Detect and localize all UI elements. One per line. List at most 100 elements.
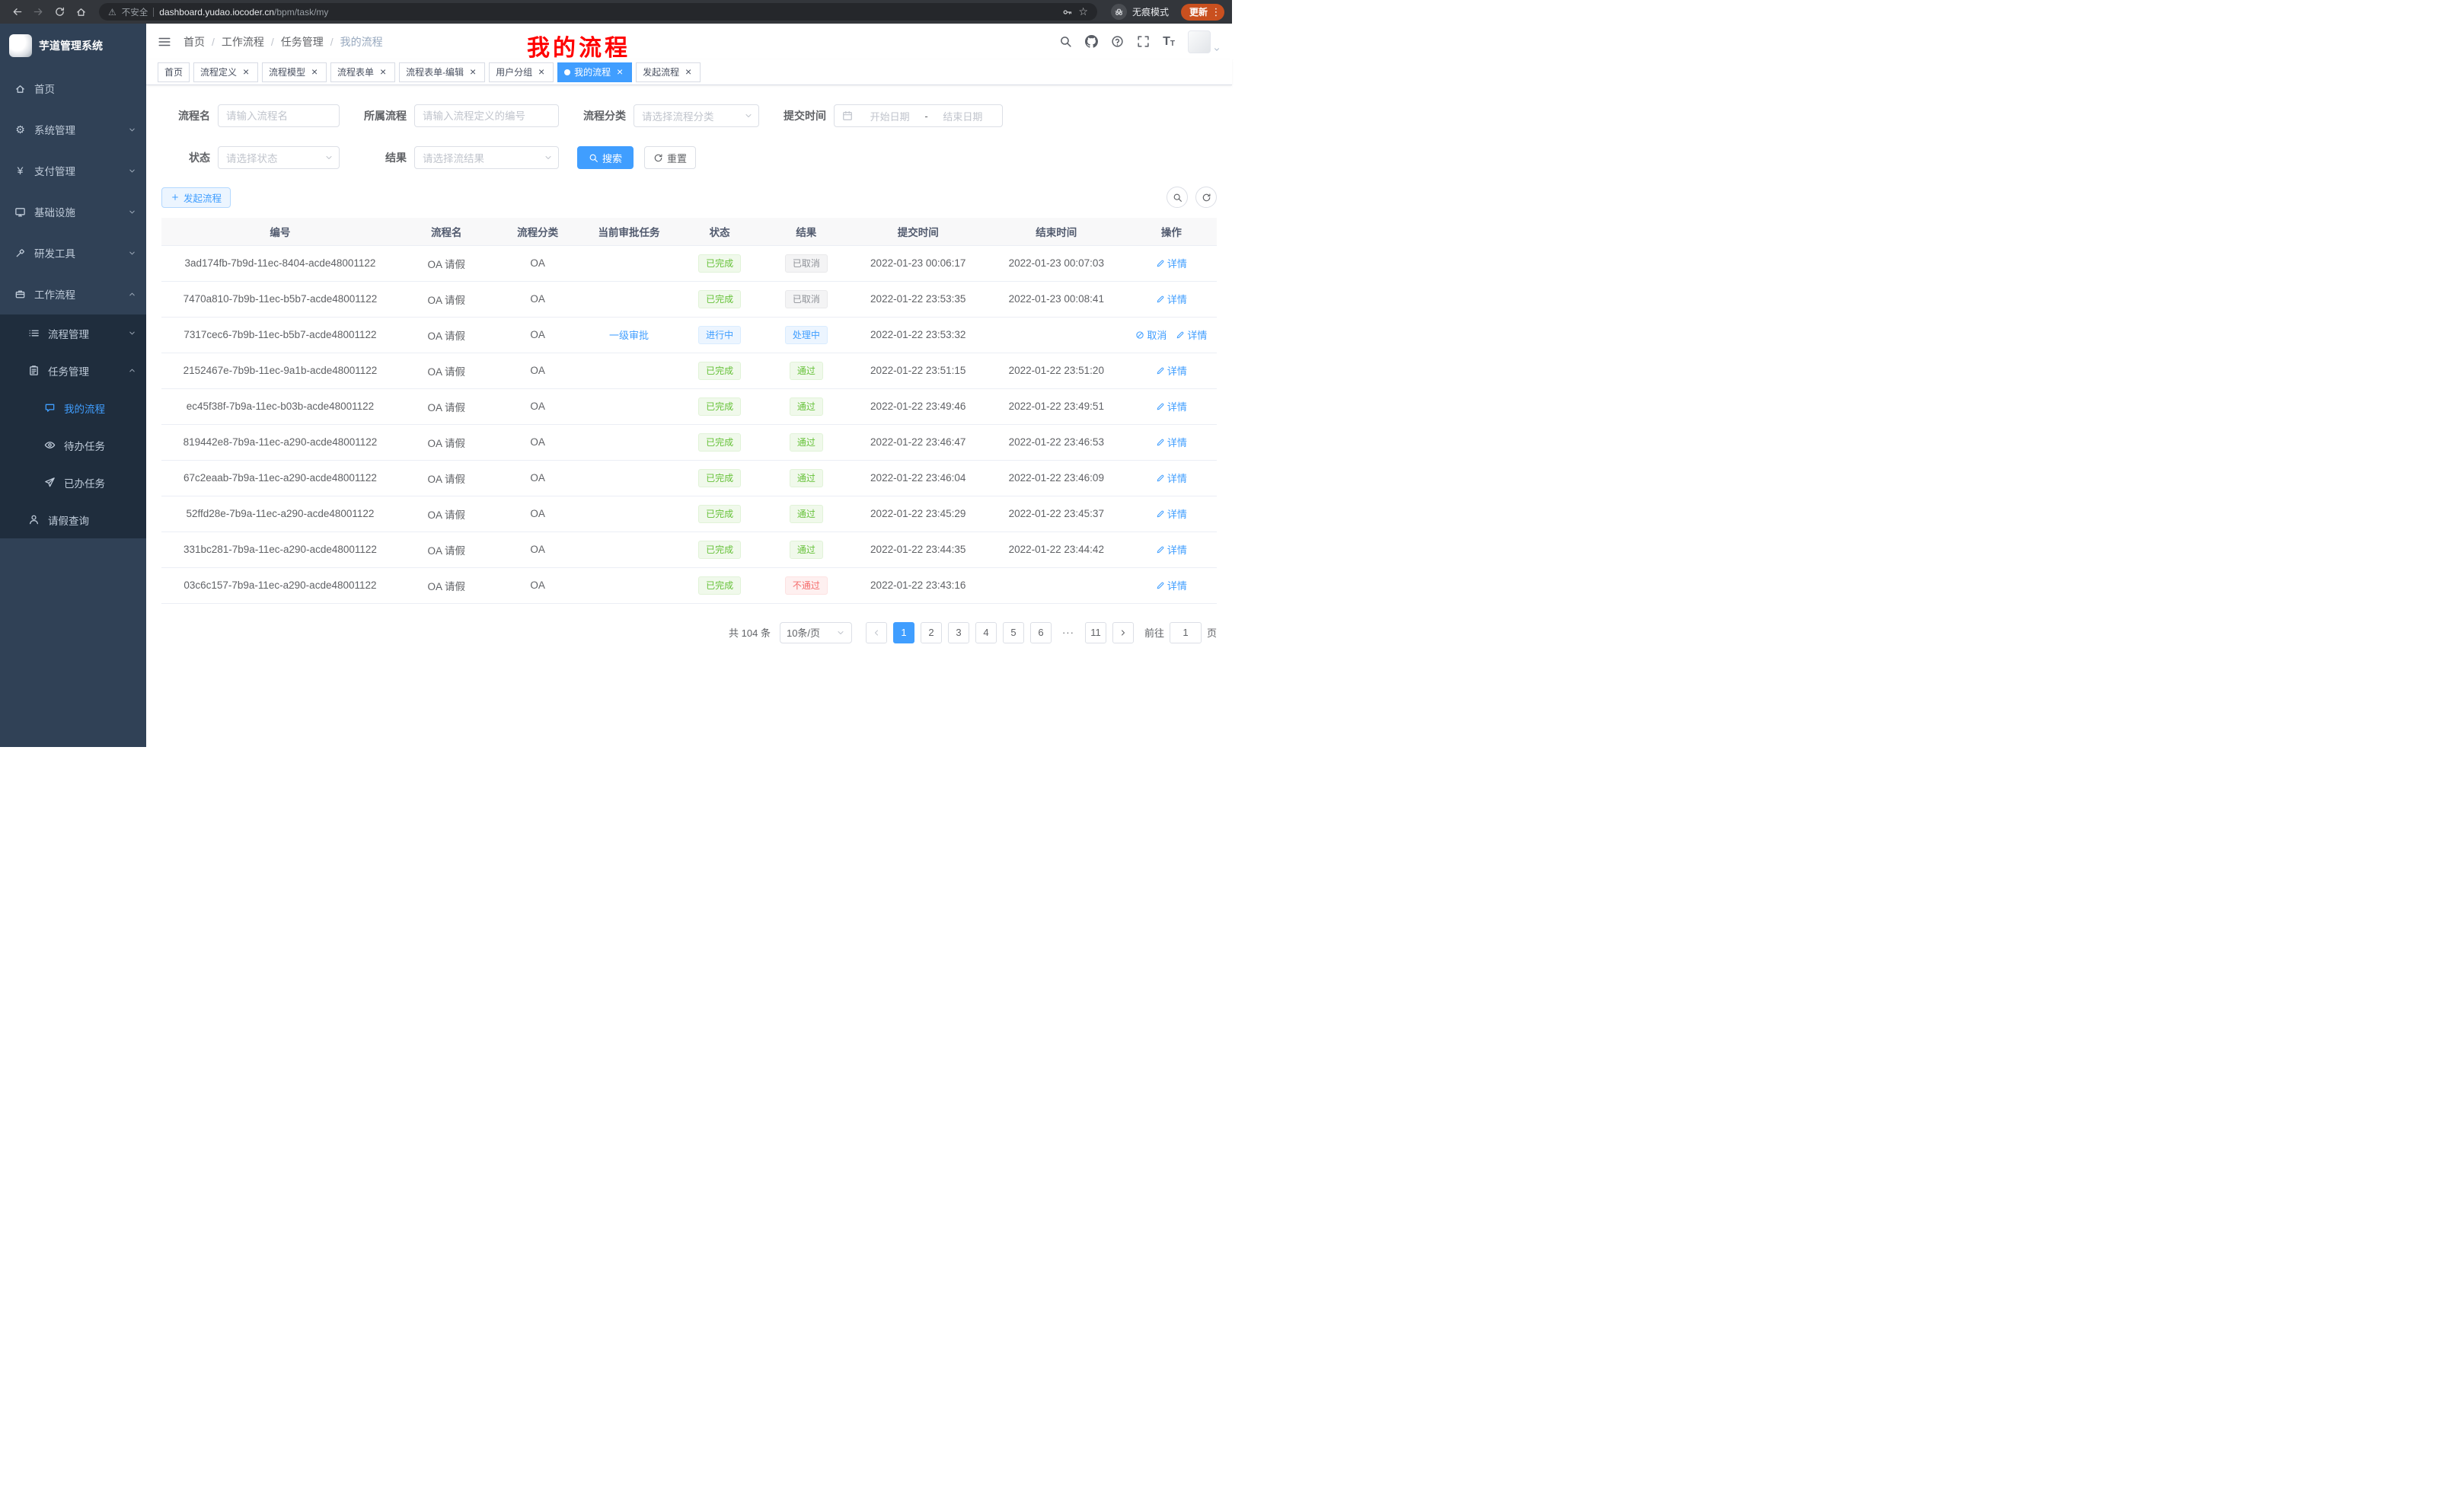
tab-我的流程[interactable]: 我的流程× (557, 62, 632, 82)
tab-流程定义[interactable]: 流程定义× (193, 62, 258, 82)
sidebar-item-infra[interactable]: 基础设施 (0, 191, 146, 232)
status-badge: 已完成 (698, 433, 741, 452)
address-bar[interactable]: ⚠ 不安全 dashboard.yudao.iocoder.cn/bpm/tas… (99, 3, 1097, 21)
page-button-3[interactable]: 3 (948, 622, 969, 643)
sidebar-item-done-tasks[interactable]: 已办任务 (0, 464, 146, 501)
cell-id: 7317cec6-7b9b-11ec-b5b7-acde48001122 (161, 317, 399, 353)
close-icon[interactable]: × (468, 67, 478, 78)
cancel-link[interactable]: 取消 (1135, 327, 1167, 342)
result-select[interactable]: 请选择流结果 (414, 146, 559, 169)
prev-page-button[interactable] (866, 622, 887, 643)
page-button-4[interactable]: 4 (975, 622, 997, 643)
app-logo[interactable]: 芋道管理系统 (0, 24, 146, 68)
fullscreen-icon[interactable] (1137, 35, 1150, 48)
breadcrumb-item[interactable]: 工作流程 (222, 34, 264, 49)
sidebar-item-todo-tasks[interactable]: 待办任务 (0, 426, 146, 464)
detail-link[interactable]: 详情 (1156, 578, 1187, 592)
browser-forward-button[interactable] (29, 3, 47, 21)
sidebar-item-pay[interactable]: ¥支付管理 (0, 150, 146, 191)
detail-link[interactable]: 详情 (1156, 256, 1187, 270)
start-process-button[interactable]: 发起流程 (161, 187, 231, 208)
browser-home-button[interactable] (72, 3, 90, 21)
security-label[interactable]: 不安全 (122, 6, 148, 18)
pager-ellipsis[interactable]: ··· (1058, 622, 1079, 643)
status-badge: 已完成 (698, 541, 741, 559)
help-icon[interactable] (1111, 35, 1124, 48)
detail-link[interactable]: 详情 (1156, 435, 1187, 449)
edit-icon (1176, 330, 1185, 340)
refresh-table-button[interactable] (1195, 187, 1217, 208)
sidebar-item-home[interactable]: 首页 (0, 68, 146, 109)
goto-page-input[interactable] (1170, 622, 1202, 643)
status-badge: 进行中 (698, 326, 741, 344)
cell-actions: 详情 (1126, 532, 1217, 567)
user-menu[interactable] (1188, 30, 1221, 53)
update-button[interactable]: 更新 ⋮ (1181, 4, 1224, 21)
font-size-icon[interactable]: TT (1163, 36, 1175, 48)
next-page-button[interactable] (1112, 622, 1134, 643)
password-key-icon[interactable] (1062, 7, 1073, 18)
browser-menu-kebab-icon[interactable]: ⋮ (1211, 6, 1221, 18)
detail-link[interactable]: 详情 (1156, 363, 1187, 378)
result-badge: 处理中 (785, 326, 828, 344)
detail-link[interactable]: 详情 (1156, 399, 1187, 413)
edit-icon (1156, 581, 1165, 590)
result-placeholder: 请选择流结果 (423, 150, 484, 165)
tab-label: 流程表单 (337, 65, 374, 78)
sidebar-item-task-mgmt[interactable]: 任务管理 (0, 352, 146, 389)
tab-流程表单-编辑[interactable]: 流程表单-编辑× (399, 62, 485, 82)
clipboard-icon (27, 365, 40, 376)
github-icon[interactable] (1085, 35, 1098, 48)
search-icon[interactable] (1059, 35, 1072, 48)
close-icon[interactable]: × (614, 67, 625, 78)
search-button[interactable]: 搜索 (577, 146, 634, 169)
detail-link[interactable]: 详情 (1156, 471, 1187, 485)
detail-link[interactable]: 详情 (1156, 542, 1187, 557)
page-size-select[interactable]: 10条/页 (780, 622, 852, 643)
tab-用户分组[interactable]: 用户分组× (489, 62, 554, 82)
close-icon[interactable]: × (241, 67, 251, 78)
close-icon[interactable]: × (683, 67, 694, 78)
category-select[interactable]: 请选择流程分类 (634, 104, 759, 127)
sidebar-item-process-mgmt[interactable]: 流程管理 (0, 314, 146, 352)
browser-reload-button[interactable] (50, 3, 69, 21)
tab-流程表单[interactable]: 流程表单 × (330, 62, 395, 82)
toggle-search-button[interactable] (1167, 187, 1188, 208)
detail-link[interactable]: 详情 (1156, 506, 1187, 521)
sidebar-item-my-process[interactable]: 我的流程 (0, 389, 146, 426)
sidebar-item-leave-query[interactable]: 请假查询 (0, 501, 146, 538)
task-link[interactable]: 一级审批 (609, 330, 649, 341)
page-button-5[interactable]: 5 (1003, 622, 1024, 643)
reset-button[interactable]: 重置 (644, 146, 696, 169)
sidebar-item-dev-tools[interactable]: 研发工具 (0, 232, 146, 273)
breadcrumb-item[interactable]: 首页 (184, 34, 205, 49)
sidebar-item-system[interactable]: ⚙系统管理 (0, 109, 146, 150)
close-icon[interactable]: × (378, 67, 388, 78)
tab-首页[interactable]: 首页 (158, 62, 190, 82)
close-icon[interactable]: × (309, 67, 320, 78)
page-button-6[interactable]: 6 (1030, 622, 1052, 643)
browser-back-button[interactable] (8, 3, 26, 21)
tab-流程模型[interactable]: 流程模型× (262, 62, 327, 82)
user-icon (27, 514, 40, 525)
breadcrumb-item[interactable]: 任务管理 (281, 34, 324, 49)
detail-link[interactable]: 详情 (1176, 327, 1207, 342)
cell-id: 7470a810-7b9b-11ec-b5b7-acde48001122 (161, 281, 399, 317)
page-button-2[interactable]: 2 (921, 622, 942, 643)
close-icon[interactable]: × (536, 67, 547, 78)
bookmark-star-icon[interactable]: ☆ (1078, 5, 1088, 18)
tab-发起流程[interactable]: 发起流程× (636, 62, 701, 82)
hamburger-icon[interactable] (158, 35, 171, 49)
cell-actions: 详情 (1126, 496, 1217, 532)
page-url[interactable]: dashboard.yudao.iocoder.cn/bpm/task/my (159, 7, 328, 18)
page-button-1[interactable]: 1 (893, 622, 914, 643)
sidebar-item-workflow[interactable]: 工作流程 (0, 273, 146, 314)
chevron-down-icon (744, 111, 753, 120)
avatar[interactable] (1188, 30, 1211, 53)
detail-link[interactable]: 详情 (1156, 292, 1187, 306)
process-definition-input[interactable] (414, 104, 559, 127)
submit-time-range[interactable]: 开始日期 - 结束日期 (834, 104, 1003, 127)
status-select[interactable]: 请选择状态 (218, 146, 340, 169)
page-button-11[interactable]: 11 (1085, 622, 1106, 643)
process-name-input[interactable] (218, 104, 340, 127)
